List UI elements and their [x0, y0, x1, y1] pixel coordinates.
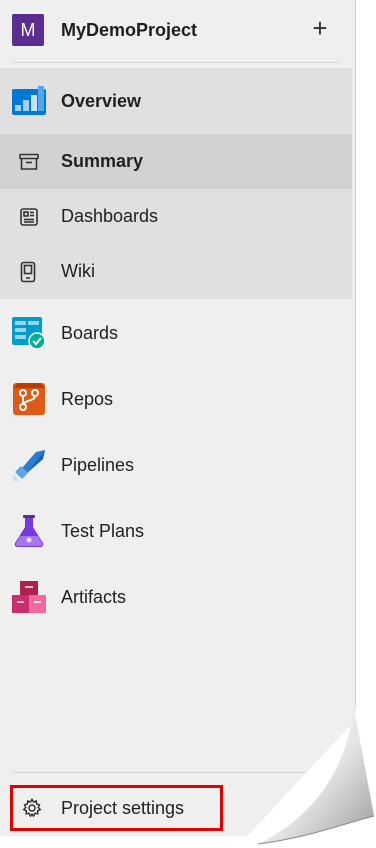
- nav-item-overview[interactable]: Overview: [0, 68, 352, 134]
- boards-icon: [12, 316, 46, 350]
- project-header: M MyDemoProject +: [0, 0, 356, 60]
- nav-item-summary-label: Summary: [61, 151, 144, 171]
- nav-item-test-plans-label: Test Plans: [61, 520, 145, 541]
- project-settings-label: Project settings: [61, 797, 185, 818]
- nav-item-wiki-label: Wiki: [61, 261, 95, 281]
- nav-item-artifacts-label: Artifacts: [61, 586, 127, 607]
- project-avatar[interactable]: M: [12, 14, 44, 46]
- nav-item-boards-label: Boards: [61, 322, 119, 343]
- nav-item-test-plans[interactable]: Test Plans: [0, 498, 352, 564]
- test-plans-icon: [12, 514, 46, 548]
- artifacts-icon: [12, 580, 46, 614]
- project-name[interactable]: MyDemoProject: [61, 20, 197, 41]
- nav-item-pipelines-label: Pipelines: [61, 454, 135, 475]
- summary-icon: [19, 153, 39, 171]
- nav-item-summary[interactable]: Summary: [0, 134, 352, 189]
- add-button[interactable]: +: [306, 14, 334, 42]
- nav-item-artifacts[interactable]: Artifacts: [0, 564, 352, 630]
- nav-item-repos-label: Repos: [61, 388, 114, 409]
- nav-item-wiki[interactable]: Wiki: [0, 244, 352, 299]
- gear-icon: [22, 798, 42, 823]
- header-divider: [12, 62, 340, 63]
- nav-item-pipelines[interactable]: Pipelines: [0, 432, 352, 498]
- plus-icon: +: [312, 13, 328, 43]
- repos-icon: [12, 382, 46, 416]
- pipelines-icon: [12, 448, 46, 482]
- dashboards-icon: [19, 207, 39, 227]
- nav-item-overview-label: Overview: [61, 90, 142, 111]
- nav-item-dashboards[interactable]: Dashboards: [0, 189, 352, 244]
- nav-item-repos[interactable]: Repos: [0, 366, 352, 432]
- nav-item-boards[interactable]: Boards: [0, 300, 352, 366]
- wiki-icon: [20, 261, 36, 283]
- project-settings-button[interactable]: Project settings: [10, 785, 223, 831]
- page-curl-decoration: [236, 698, 376, 848]
- overview-icon: [12, 85, 46, 117]
- nav-item-dashboards-label: Dashboards: [61, 206, 159, 226]
